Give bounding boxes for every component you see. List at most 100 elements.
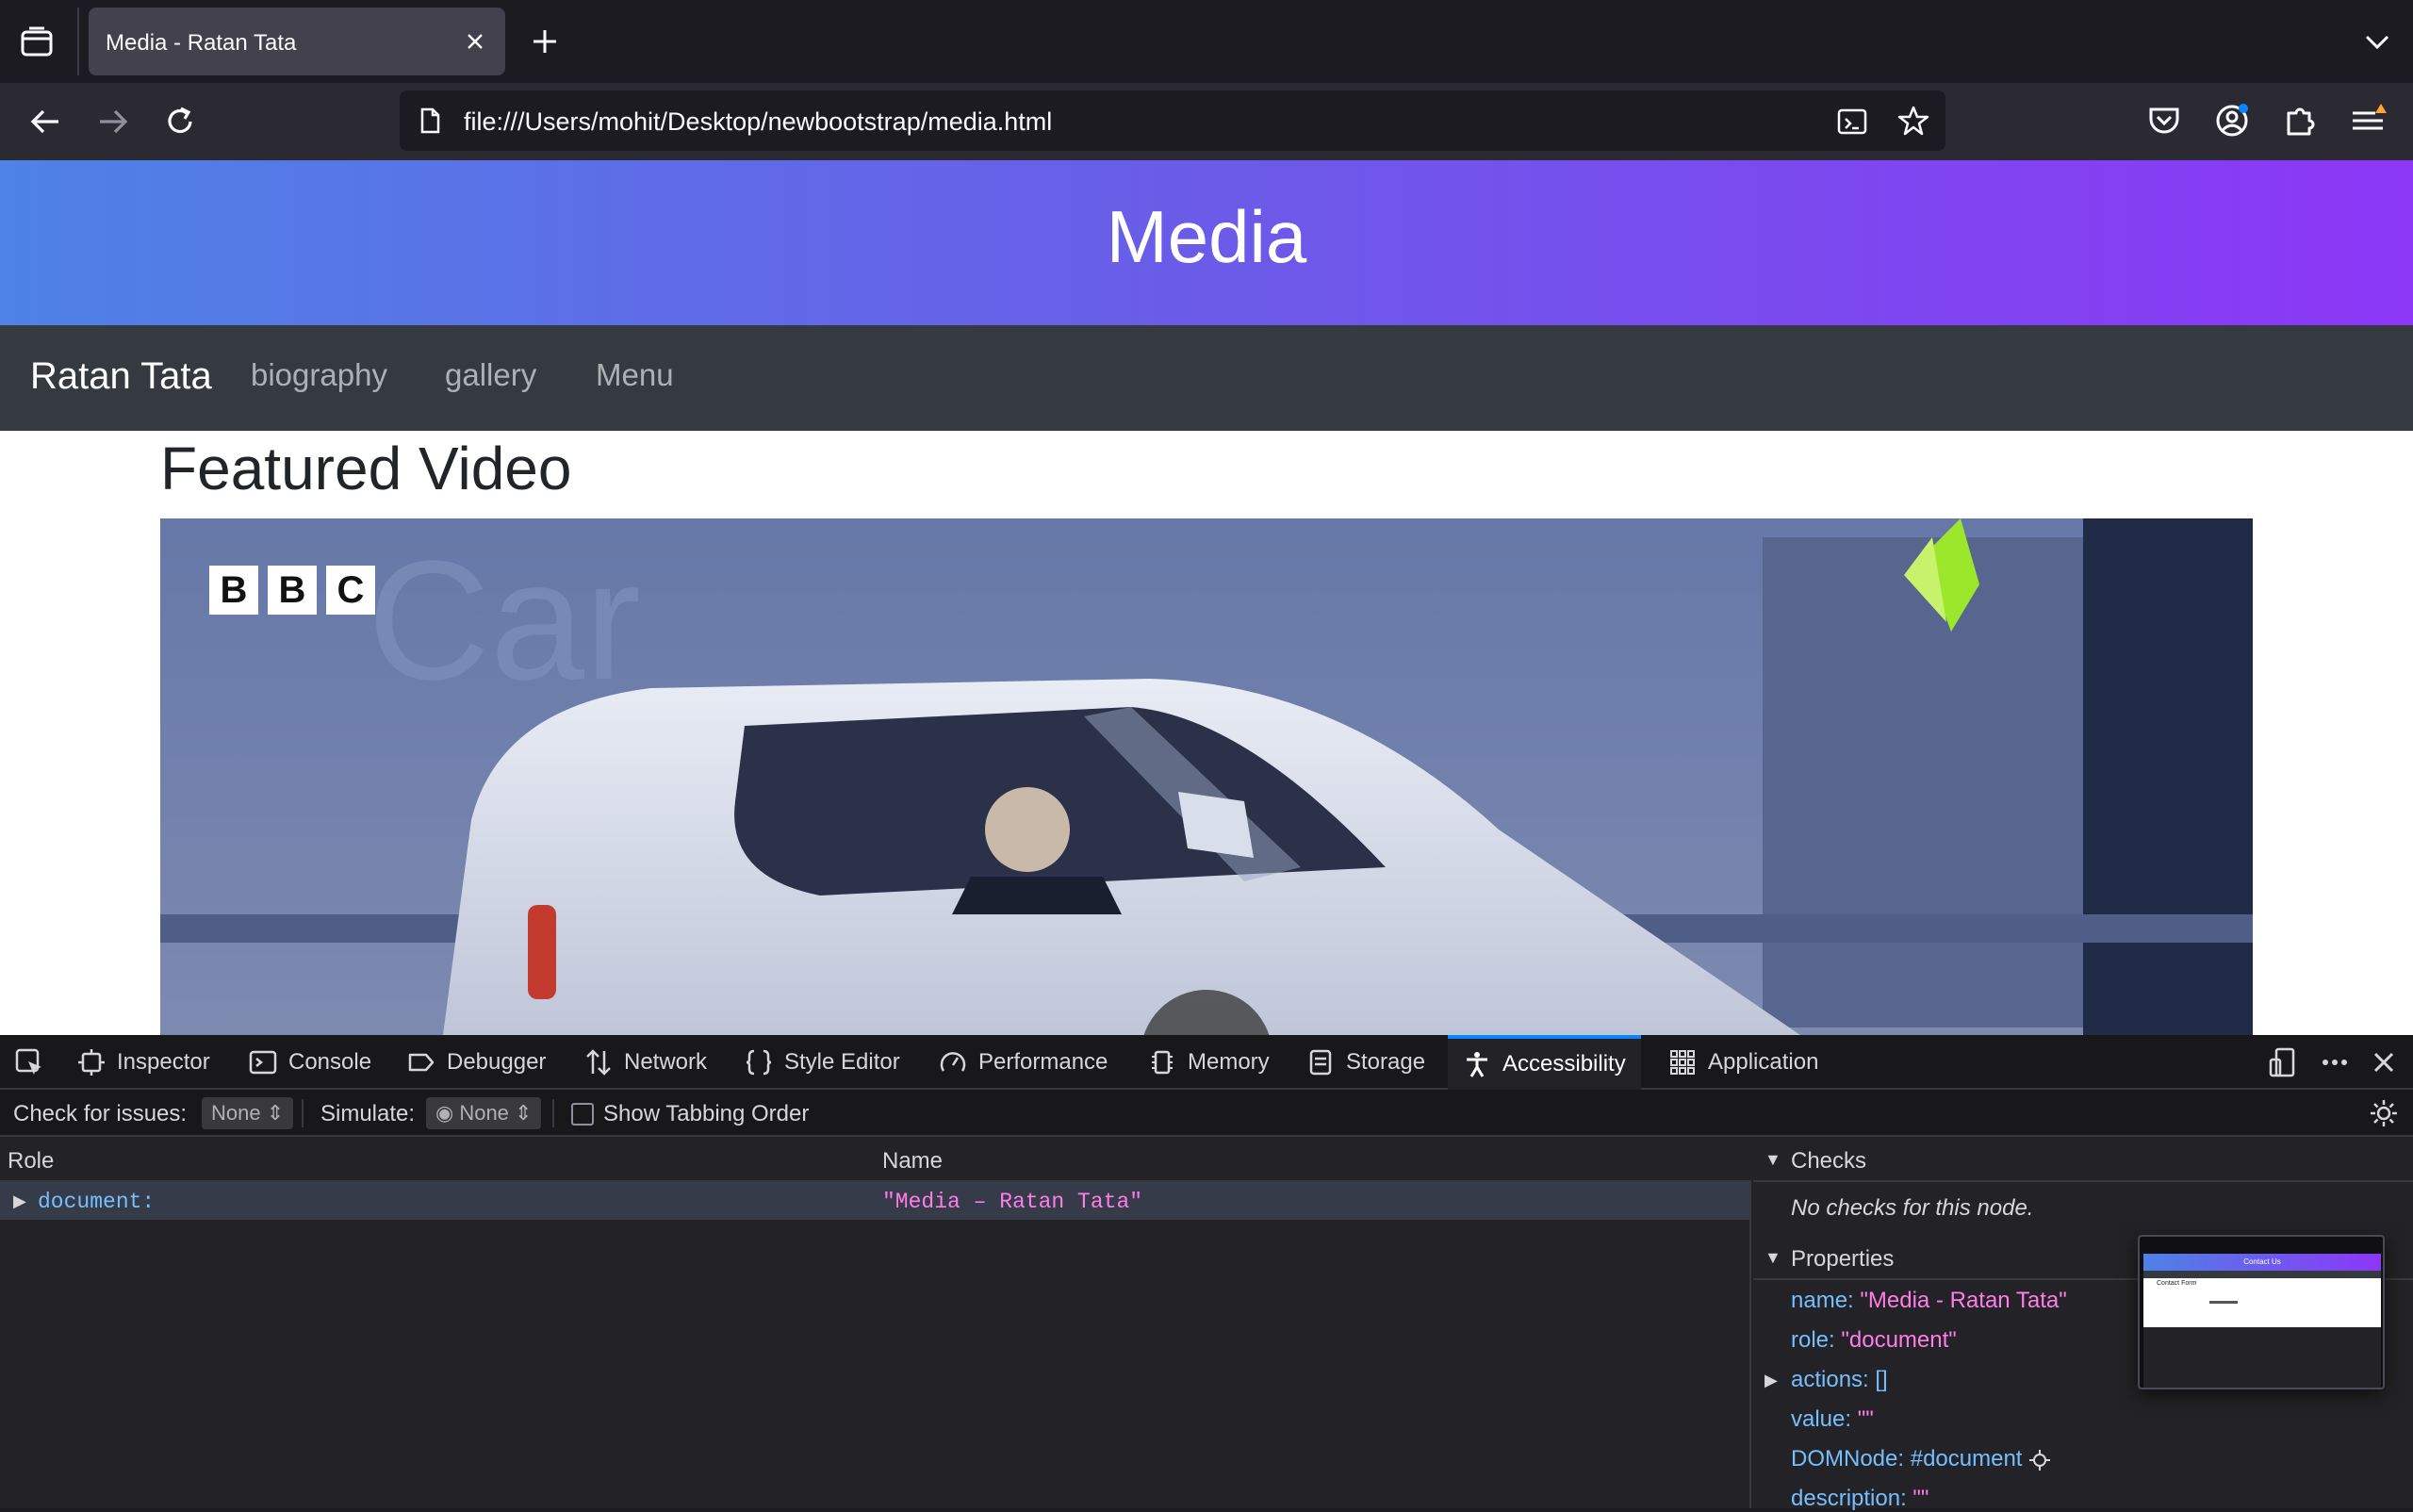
divider xyxy=(302,1099,304,1127)
show-tabbing-order-checkbox[interactable] xyxy=(571,1103,594,1126)
property-value: "" xyxy=(1912,1486,1929,1511)
reload-icon[interactable] xyxy=(158,100,202,143)
check-issues-value: None xyxy=(211,1101,261,1125)
tab-storage[interactable]: Storage xyxy=(1306,1035,1425,1090)
more-options-icon[interactable] xyxy=(2319,1046,2351,1078)
tab-divider xyxy=(77,8,79,75)
check-issues-select[interactable]: None ⇕ xyxy=(202,1097,294,1129)
inspector-icon xyxy=(78,1049,105,1076)
simulate-label: Simulate: xyxy=(320,1101,416,1126)
thumbnail-form-title: Contact Form xyxy=(2157,1280,2197,1287)
property-row: role: "document" xyxy=(1791,1327,1957,1354)
close-devtools-icon[interactable] xyxy=(2368,1046,2400,1078)
property-key: role: xyxy=(1791,1327,1835,1353)
property-row: value: "" xyxy=(1791,1406,1874,1433)
responsive-design-icon[interactable] xyxy=(2268,1046,2300,1078)
bbc-logo-letter: C xyxy=(326,566,375,615)
tab-title: Media - Ratan Tata xyxy=(106,30,297,56)
tab-inspector[interactable]: Inspector xyxy=(77,1035,210,1090)
expand-triangle-icon[interactable]: ▶ xyxy=(1765,1371,1778,1390)
tab-label: Storage xyxy=(1346,1049,1426,1075)
tab-label: Accessibility xyxy=(1502,1051,1626,1076)
property-key: name: xyxy=(1791,1288,1854,1313)
expand-triangle-icon[interactable]: ▶ xyxy=(13,1192,26,1211)
column-role-header[interactable]: Role xyxy=(8,1148,54,1175)
gauge-icon xyxy=(940,1052,966,1072)
property-row: name: "Media - Ratan Tata" xyxy=(1791,1288,2067,1314)
show-tabbing-order-label: Show Tabbing Order xyxy=(603,1101,810,1126)
collapse-triangle-icon[interactable]: ▼ xyxy=(1765,1150,1781,1170)
tab-label: Console xyxy=(288,1049,372,1075)
hero-banner: Media xyxy=(0,160,2413,325)
debugger-icon xyxy=(408,1053,435,1072)
featured-video[interactable]: Car B B C xyxy=(160,518,2253,1035)
app-menu-icon[interactable] xyxy=(2347,100,2388,141)
tab-debugger[interactable]: Debugger xyxy=(407,1035,546,1090)
new-tab-plus-icon[interactable] xyxy=(528,25,562,58)
check-issues-label: Check for issues: xyxy=(13,1101,188,1126)
tab-application[interactable]: Application xyxy=(1668,1035,1818,1090)
element-picker-icon[interactable] xyxy=(13,1046,45,1078)
target-node-icon[interactable] xyxy=(2028,1446,2051,1471)
checks-section-header[interactable]: ▼ Checks xyxy=(1753,1139,2413,1182)
tree-header: Role Name xyxy=(0,1139,1751,1182)
bbc-logo-letter: B xyxy=(268,566,317,615)
tab-label: Debugger xyxy=(447,1049,547,1075)
accessibility-tree: Role Name ▶ document: "Media – Ratan Tat… xyxy=(0,1139,1751,1508)
tree-row-document[interactable]: ▶ document: "Media – Ratan Tata" xyxy=(0,1182,1749,1220)
navigation-toolbar: file:///Users/mohit/Desktop/newbootstrap… xyxy=(0,83,2413,160)
account-icon[interactable] xyxy=(2211,100,2253,141)
thumbnail-banner: Contact Us xyxy=(2143,1254,2381,1271)
column-name-header[interactable]: Name xyxy=(882,1148,943,1175)
checks-empty-text: No checks for this node. xyxy=(1791,1195,2034,1221)
property-value: "" xyxy=(1857,1406,1874,1432)
divider xyxy=(552,1099,554,1127)
browser-tab[interactable]: Media - Ratan Tata xyxy=(89,8,505,75)
application-grid-icon xyxy=(1670,1050,1695,1075)
property-value: "Media - Ratan Tata" xyxy=(1860,1288,2067,1313)
nav-link-biography[interactable]: biography xyxy=(251,357,387,393)
property-value[interactable]: #document xyxy=(1911,1446,2023,1471)
tab-bar: Media - Ratan Tata xyxy=(0,0,2413,83)
accessibility-filter-bar: Check for issues: None ⇕ Simulate: ◉ Non… xyxy=(0,1090,2413,1137)
thumbnail-nav xyxy=(2143,1271,2381,1278)
nav-link-menu[interactable]: Menu xyxy=(596,357,674,393)
tab-accessibility[interactable]: Accessibility xyxy=(1448,1035,1641,1090)
tab-style-editor[interactable]: Style Editor xyxy=(745,1035,900,1090)
page-icon xyxy=(415,106,445,136)
extensions-puzzle-icon[interactable] xyxy=(2279,100,2321,141)
collapse-triangle-icon[interactable]: ▼ xyxy=(1765,1248,1781,1268)
tab-console[interactable]: Console xyxy=(249,1035,371,1090)
nav-link-gallery[interactable]: gallery xyxy=(445,357,536,393)
pocket-icon[interactable] xyxy=(2143,100,2185,141)
chevron-down-icon[interactable] xyxy=(2362,26,2392,57)
screenshot-thumbnail[interactable]: Contact Us Contact Form xyxy=(2138,1235,2385,1389)
video-frame: Car xyxy=(160,518,2253,1035)
properties-title: Properties xyxy=(1791,1246,1895,1272)
section-title: Featured Video xyxy=(160,435,572,502)
thumbnail-page: Contact Form xyxy=(2143,1278,2381,1327)
url-bar[interactable]: file:///Users/mohit/Desktop/newbootstrap… xyxy=(400,90,1945,151)
bbc-logo: B B C xyxy=(209,566,375,615)
property-row: DOMNode: #document xyxy=(1791,1446,2051,1472)
network-icon xyxy=(586,1049,611,1076)
storage-icon xyxy=(1309,1049,1332,1076)
forward-arrow-icon[interactable] xyxy=(90,100,134,143)
property-key: actions: xyxy=(1791,1367,1869,1392)
firefox-view-icon[interactable] xyxy=(17,23,58,64)
back-arrow-icon[interactable] xyxy=(25,100,68,143)
tab-performance[interactable]: Performance xyxy=(939,1035,1108,1090)
tab-memory[interactable]: Memory xyxy=(1148,1035,1270,1090)
tab-label: Network xyxy=(624,1049,708,1075)
simulate-select[interactable]: ◉ None ⇕ xyxy=(426,1097,542,1129)
settings-gear-icon[interactable] xyxy=(2368,1097,2400,1129)
bookmark-star-icon[interactable] xyxy=(1896,104,1930,138)
property-value: "document" xyxy=(1841,1327,1957,1353)
tab-network[interactable]: Network xyxy=(584,1035,707,1090)
url-text[interactable]: file:///Users/mohit/Desktop/newbootstrap… xyxy=(464,107,1052,137)
property-row[interactable]: ▶ actions: [] xyxy=(1765,1367,1888,1393)
close-icon[interactable] xyxy=(462,28,488,55)
navbar-brand[interactable]: Ratan Tata xyxy=(30,355,212,398)
reader-view-icon[interactable] xyxy=(1836,106,1868,138)
property-value: [] xyxy=(1875,1367,1888,1392)
